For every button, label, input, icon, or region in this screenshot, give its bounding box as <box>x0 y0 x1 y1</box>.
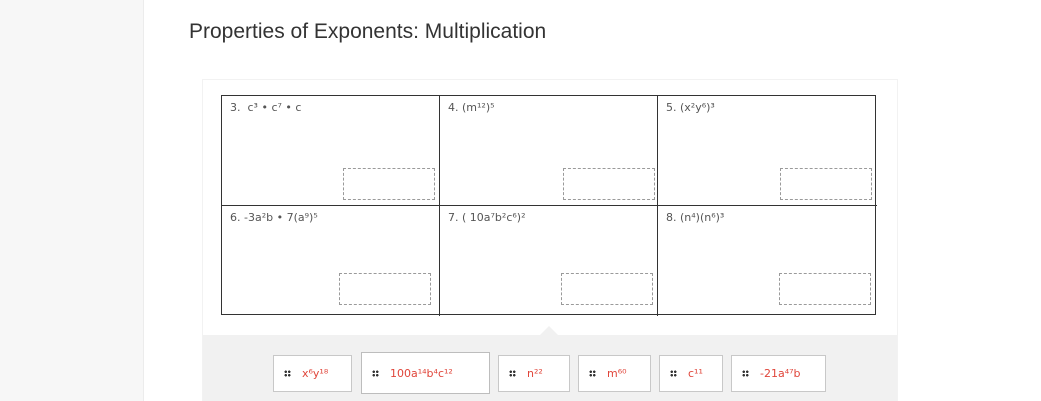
answer-tile[interactable]: 100a¹⁴b⁴c¹² <box>361 352 490 394</box>
drag-handle-icon[interactable] <box>589 370 596 377</box>
problem-cell-6: 6. -3a²b • 7(a⁹)⁵ <box>222 206 440 316</box>
answer-tile[interactable]: x⁶y¹⁸ <box>273 355 352 392</box>
drag-handle-icon[interactable] <box>284 370 291 377</box>
answer-drop-zone-6[interactable] <box>339 273 431 305</box>
problem-expression: (x²y⁶)³ <box>680 101 715 114</box>
problem-cell-5: 5. (x²y⁶)³ <box>658 96 877 206</box>
problem-number: 3. <box>230 101 241 114</box>
problem-3-text: 3. c³ • c⁷ • c <box>230 101 301 114</box>
problem-4-text: 4. (m¹²)⁵ <box>448 101 495 114</box>
problem-number: 6. <box>230 211 241 224</box>
answer-drop-zone-3[interactable] <box>343 168 435 200</box>
answer-drop-zone-5[interactable] <box>780 168 872 200</box>
answer-tile-label: c¹¹ <box>688 367 703 380</box>
problem-8-text: 8. (n⁴)(n⁶)³ <box>666 211 724 224</box>
problem-expression: ( 10a⁷b²c⁶)² <box>462 211 526 224</box>
left-sidebar <box>0 0 144 401</box>
problem-cell-3: 3. c³ • c⁷ • c <box>222 96 440 206</box>
problem-cell-7: 7. ( 10a⁷b²c⁶)² <box>440 206 658 316</box>
problem-expression: -3a²b • 7(a⁹)⁵ <box>244 211 318 224</box>
answer-tile-label: m⁶⁰ <box>607 367 627 380</box>
problem-number: 4. <box>448 101 459 114</box>
answer-tile-label: 100a¹⁴b⁴c¹² <box>390 366 453 380</box>
drag-handle-icon[interactable] <box>670 370 677 377</box>
answer-drop-zone-4[interactable] <box>563 168 655 200</box>
answer-drop-zone-8[interactable] <box>779 273 871 305</box>
problem-cell-4: 4. (m¹²)⁵ <box>440 96 658 206</box>
answer-tile-label: -21a⁴⁷b <box>760 367 801 380</box>
problem-expression: c³ • c⁷ • c <box>247 101 302 114</box>
page-title: Properties of Exponents: Multiplication <box>189 20 547 43</box>
answer-tile[interactable]: m⁶⁰ <box>578 355 651 392</box>
drag-handle-icon[interactable] <box>509 370 516 377</box>
drag-handle-icon[interactable] <box>372 369 379 377</box>
tray-pointer <box>540 326 558 335</box>
answer-tile-label: x⁶y¹⁸ <box>302 367 329 380</box>
problem-number: 7. <box>448 211 459 224</box>
worksheet-grid: 3. c³ • c⁷ • c 4. (m¹²)⁵ 5. (x²y⁶)³ 6. -… <box>221 95 877 316</box>
problem-expression: (n⁴)(n⁶)³ <box>680 211 725 224</box>
problem-number: 8. <box>666 211 677 224</box>
problem-number: 5. <box>666 101 677 114</box>
answer-tile[interactable]: n²² <box>498 355 570 392</box>
problem-7-text: 7. ( 10a⁷b²c⁶)² <box>448 211 526 224</box>
drag-handle-icon[interactable] <box>742 370 749 377</box>
answer-tray: x⁶y¹⁸ 100a¹⁴b⁴c¹² n²² m⁶⁰ c¹¹ -21a⁴⁷b <box>203 326 897 401</box>
problem-5-text: 5. (x²y⁶)³ <box>666 101 715 114</box>
problem-cell-8: 8. (n⁴)(n⁶)³ <box>658 206 877 316</box>
activity-panel: 3. c³ • c⁷ • c 4. (m¹²)⁵ 5. (x²y⁶)³ 6. -… <box>203 80 897 401</box>
answer-tile-label: n²² <box>527 367 543 380</box>
answer-tile[interactable]: c¹¹ <box>659 355 723 392</box>
answer-tile[interactable]: -21a⁴⁷b <box>731 355 826 392</box>
problem-6-text: 6. -3a²b • 7(a⁹)⁵ <box>230 211 318 224</box>
problem-expression: (m¹²)⁵ <box>462 101 495 114</box>
answer-drop-zone-7[interactable] <box>561 273 653 305</box>
